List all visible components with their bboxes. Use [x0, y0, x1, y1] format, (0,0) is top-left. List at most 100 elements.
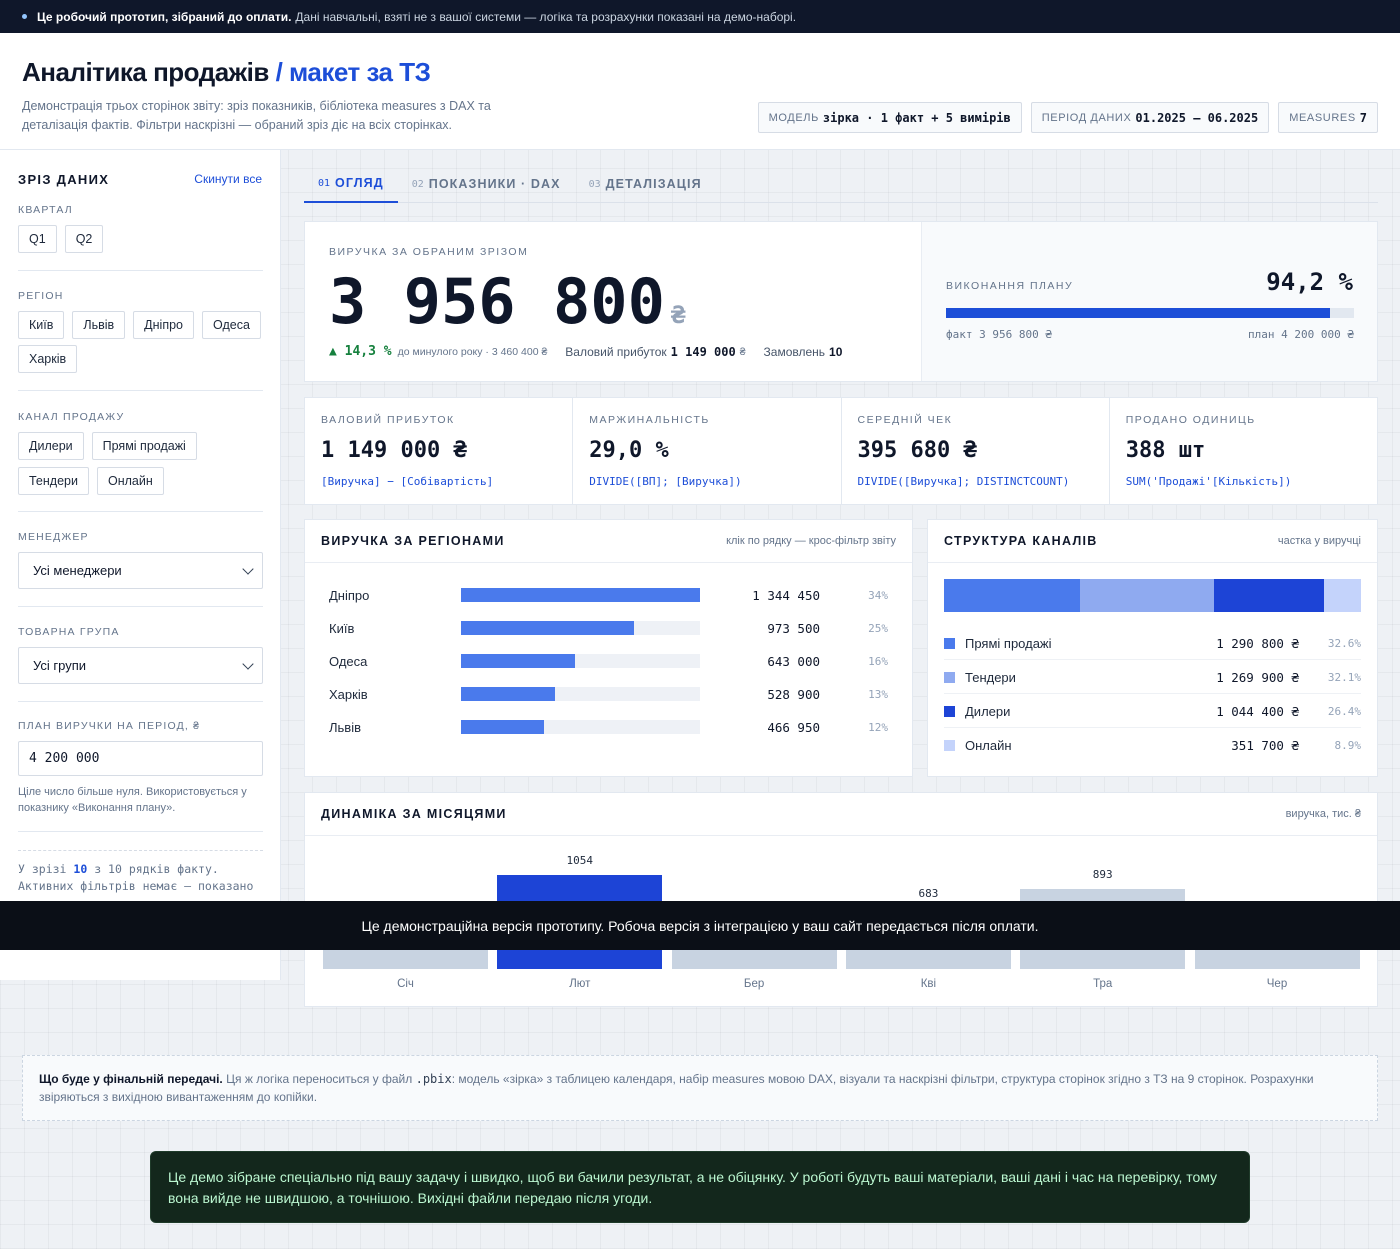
kpi-dax-formula: DIVIDE([ВП]; [Виручка]) [589, 475, 742, 488]
revenue-kicker: ВИРУЧКА ЗА ОБРАНИМ ЗРІЗОМ [329, 246, 529, 258]
region-percent: 34% [868, 588, 888, 602]
month-label: Кві [920, 978, 937, 990]
month-value-label: 893 [1092, 868, 1113, 882]
monthly-title: ДИНАМІКА ЗА МІСЯЦЯМИ [321, 807, 507, 821]
region-percent: 25% [868, 621, 888, 635]
filter-chip-kharkiv[interactable]: Харків [18, 345, 78, 373]
tab-measures-dax[interactable]: 02 ПОКАЗНИКИ · DAX [398, 165, 575, 203]
channel-segment [1079, 579, 1214, 612]
filter-chip-direct-sales[interactable]: Прямі продажі [91, 432, 197, 460]
month-label: Бер [743, 978, 765, 990]
plan-input-section: ПЛАН ВИРУЧКИ НА ПЕРІОД, ₴ 4 200 000 Ціле… [18, 720, 263, 816]
filter-chip-q2[interactable]: Q2 [64, 225, 104, 253]
channel-name: Дилери [965, 703, 1011, 719]
channel-segment [1323, 579, 1361, 612]
notice-dot-icon [22, 14, 27, 19]
tab-label: ДЕТАЛІЗАЦІЯ [605, 177, 702, 191]
region-label: РЕГІОН [18, 290, 64, 302]
month-label: Тра [1093, 978, 1113, 990]
orders-value: 10 [829, 344, 843, 359]
channel-name: Тендери [965, 669, 1016, 685]
chip-value: 7 [1359, 110, 1367, 125]
channel-row[interactable]: Прямі продажі 1 290 800 ₴ 32.6% [944, 627, 1361, 660]
month-value-label: 683 [918, 887, 939, 901]
channel-name: Онлайн [965, 738, 1012, 753]
kpi-avg-check[interactable]: СЕРЕДНІЙ ЧЕК 395 680 ₴ DIVIDE([Виручка];… [842, 398, 1110, 504]
tab-label: ПОКАЗНИКИ · DAX [428, 177, 561, 191]
tab-details[interactable]: 03 ДЕТАЛІЗАЦІЯ [575, 165, 716, 203]
gross-profit-label: Валовий прибуток [565, 344, 667, 359]
prototype-notice-bar: Це робочий прототип, зібраний до оплати.… [0, 0, 1400, 33]
group-select[interactable]: Усі групи [18, 647, 263, 684]
region-bar-track [461, 588, 700, 602]
revenue-number: 3 956 800 [329, 265, 665, 338]
tab-overview[interactable]: 01 ОГЛЯД [304, 165, 398, 203]
report-tabs: 01 ОГЛЯД 02 ПОКАЗНИКИ · DAX 03 ДЕТАЛІЗАЦІЯ [304, 165, 1378, 203]
channel-stacked-bar [944, 579, 1361, 612]
region-row[interactable]: Одеса 643 000 16% [329, 652, 889, 670]
plan-footer: факт 3 956 800 ₴ план 4 200 000 ₴ [946, 328, 1354, 341]
quarter-label: КВАРТАЛ [18, 204, 73, 216]
channel-percent: 8.9% [1334, 739, 1362, 752]
manager-select-value: Усі менеджери [33, 563, 122, 578]
filter-chip-lviv[interactable]: Львів [72, 311, 126, 339]
filter-chip-odesa[interactable]: Одеса [202, 311, 261, 339]
plan-progress-fill [946, 308, 1331, 318]
plan-kicker: ВИКОНАННЯ ПЛАНУ [946, 280, 1074, 292]
tab-number: 01 [318, 177, 331, 189]
region-row[interactable]: Харків 528 900 13% [329, 685, 889, 703]
kpi-row: ВАЛОВИЙ ПРИБУТОК 1 149 000 ₴ [Виручка] −… [304, 397, 1378, 505]
channel-value: 1 044 400 ₴ [1216, 703, 1299, 719]
filter-chip-kyiv[interactable]: Київ [18, 311, 65, 339]
kpi-value: 1 149 000 ₴ [321, 438, 467, 463]
plan-percent: 94,2 % [1266, 268, 1353, 296]
revenue-hero-card: ВИРУЧКА ЗА ОБРАНИМ ЗРІЗОМ 3 956 800 ₴ ▲ 1… [304, 221, 1378, 382]
demo-version-banner: Це демонстраційна версія прототипу. Робо… [0, 901, 1400, 950]
kpi-value: 388 шт [1125, 438, 1206, 463]
channel-row[interactable]: Дилери 1 044 400 ₴ 26.4% [944, 695, 1361, 728]
chevron-down-icon [242, 562, 254, 575]
filter-chip-tenders[interactable]: Тендери [18, 467, 89, 495]
channel-swatch [944, 705, 955, 717]
region-value: 973 500 [767, 620, 820, 636]
region-row[interactable]: Київ 973 500 25% [329, 619, 889, 637]
month-label: Лют [569, 978, 591, 990]
filter-chip-dealers[interactable]: Дилери [18, 432, 84, 460]
manager-filter: МЕНЕДЖЕР Усі менеджери [18, 531, 263, 589]
kpi-value: 29,0 % [589, 438, 669, 463]
region-row[interactable]: Львів 466 950 12% [329, 718, 889, 736]
channel-row[interactable]: Тендери 1 269 900 ₴ 32.1% [944, 661, 1361, 694]
region-row[interactable]: Дніпро 1 344 450 34% [329, 586, 889, 604]
kpi-margin[interactable]: МАРЖИНАЛЬНІСТЬ 29,0 % DIVIDE([ВП]; [Виру… [573, 398, 842, 504]
region-bar-track [461, 720, 700, 734]
plan-fact: факт 3 956 800 ₴ [946, 328, 1052, 341]
revenue-block: ВИРУЧКА ЗА ОБРАНИМ ЗРІЗОМ 3 956 800 ₴ ▲ 1… [305, 222, 921, 381]
demo-info-toast: Це демо зібране спеціально під вашу зада… [150, 1151, 1250, 1223]
reset-all-link[interactable]: Скинути все [194, 172, 262, 186]
filter-chip-online[interactable]: Онлайн [96, 467, 164, 495]
manager-select[interactable]: Усі менеджери [18, 552, 263, 589]
region-value: 1 344 450 [752, 587, 820, 603]
region-name: Дніпро [329, 587, 370, 603]
kpi-units-sold[interactable]: ПРОДАНО ОДИНИЦЬ 388 шт SUM('Продажі'[Кіл… [1110, 398, 1377, 504]
region-name: Одеса [329, 653, 368, 669]
region-bar [461, 687, 555, 701]
tab-label: ОГЛЯД [335, 176, 384, 190]
plan-label: ПЛАН ВИРУЧКИ НА ПЕРІОД, ₴ [18, 720, 201, 732]
final-note-file: .pbix [415, 1072, 452, 1086]
slice-summary: У зрізі 10 з 10 рядків факту. Активних ф… [18, 861, 263, 895]
channel-row[interactable]: Онлайн 351 700 ₴ 8.9% [944, 729, 1361, 762]
plan-input[interactable]: 4 200 000 [18, 741, 263, 776]
regions-note: клік по рядку — крос-фільтр звіту [726, 535, 896, 547]
month-label: Чер [1266, 978, 1288, 990]
filter-chip-dnipro[interactable]: Дніпро [133, 311, 194, 339]
final-note-pre: Ця ж логіка переноситься у файл [226, 1072, 413, 1086]
kpi-label: МАРЖИНАЛЬНІСТЬ [589, 414, 710, 426]
filter-chip-q1[interactable]: Q1 [18, 225, 57, 253]
kpi-label: СЕРЕДНІЙ ЧЕК [857, 414, 953, 426]
channel-value: 1 269 900 ₴ [1216, 669, 1299, 685]
kpi-gross-profit[interactable]: ВАЛОВИЙ ПРИБУТОК 1 149 000 ₴ [Виручка] −… [305, 398, 574, 504]
summary-prefix: У зрізі [18, 862, 67, 876]
page-title: Аналітика продажів / макет за ТЗ [22, 57, 431, 88]
region-bar-track [461, 687, 700, 701]
